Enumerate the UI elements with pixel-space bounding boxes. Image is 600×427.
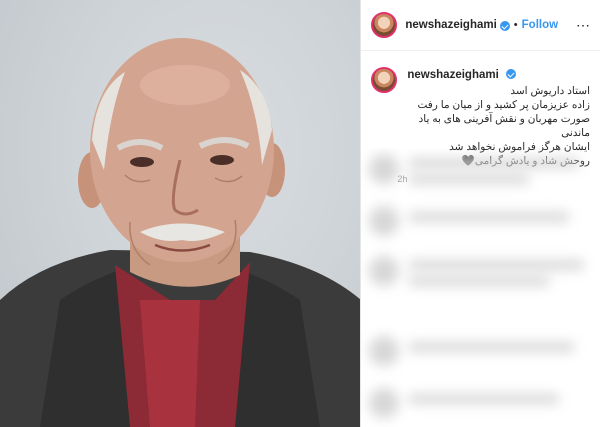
blurred-comments [361, 148, 600, 427]
caption-username[interactable]: newshazeighami [407, 69, 498, 81]
caption-line: صورت مهربان و نقش آفرینی های به یاد ماند… [418, 113, 590, 139]
header-username[interactable]: newshazeighami [405, 19, 496, 31]
post-header: newshazeighami • Follow ⋯ [361, 0, 600, 51]
caption-avatar[interactable] [371, 67, 398, 93]
more-options-icon[interactable]: ⋯ [576, 17, 590, 34]
separator-dot: • [513, 19, 518, 31]
avatar[interactable] [371, 12, 398, 38]
post-photo[interactable] [0, 0, 361, 427]
post-side-panel: newshazeighami • Follow ⋯ newshazeighami… [360, 0, 600, 427]
instagram-post: newshazeighami • Follow ⋯ newshazeighami… [0, 0, 600, 427]
verified-badge-icon [506, 69, 517, 79]
caption-line: زاده عزیزمان پر کشید و از میان ما رفت [417, 99, 590, 111]
caption-line: استاد داریوش اسد [510, 85, 590, 97]
portrait-image [0, 38, 361, 427]
verified-badge-icon [499, 21, 510, 31]
follow-button[interactable]: Follow [522, 19, 558, 31]
